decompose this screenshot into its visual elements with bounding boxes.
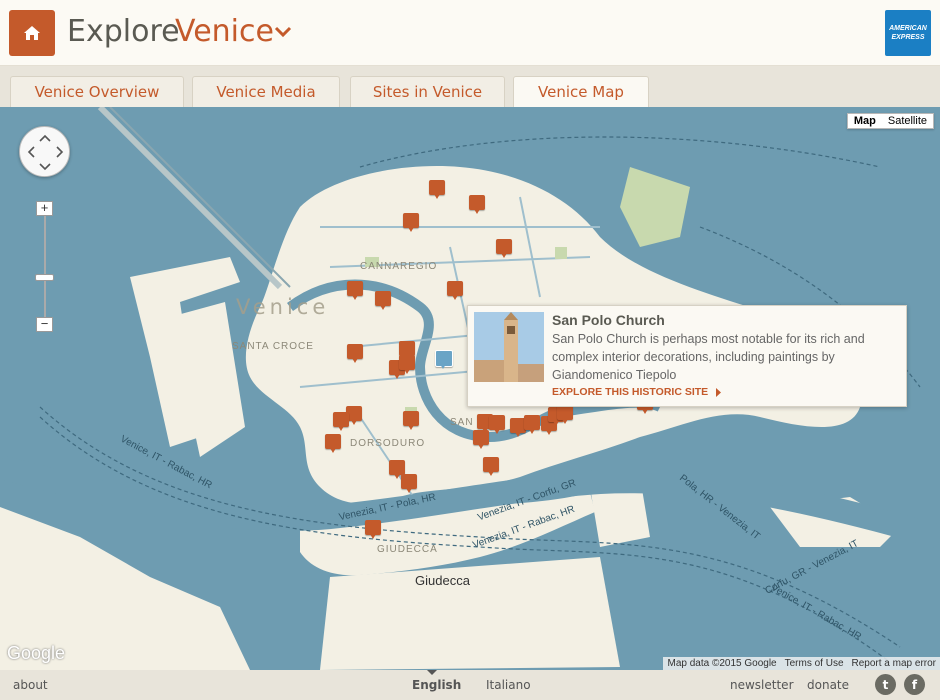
tab-venice-overview[interactable]: Venice Overview: [10, 76, 184, 107]
home-button[interactable]: [9, 10, 55, 56]
map-pin[interactable]: [401, 474, 417, 494]
map-pin[interactable]: [347, 344, 363, 364]
tab-bar: Venice Overview Venice Media Sites in Ve…: [0, 66, 940, 107]
site-thumbnail[interactable]: [474, 312, 544, 382]
district-dorsoduro: DORSODURO: [350, 438, 426, 449]
map-attribution: Map data ©2015 Google Terms of Use Repor…: [663, 657, 940, 670]
report-map-error-link[interactable]: Report a map error: [852, 657, 936, 670]
tab-venice-media[interactable]: Venice Media: [192, 76, 340, 107]
language-italiano[interactable]: Italiano: [486, 678, 531, 692]
chevron-down-icon[interactable]: [274, 26, 292, 38]
map-data-text: Map data ©2015 Google: [667, 658, 777, 669]
map-pin[interactable]: [489, 415, 505, 435]
city-map-label: Venice: [236, 295, 330, 319]
map-pin[interactable]: [429, 180, 445, 200]
district-santa-croce: SANTA CROCE: [232, 341, 314, 352]
google-logo[interactable]: Google: [7, 643, 65, 664]
facebook-icon[interactable]: f: [904, 674, 925, 695]
about-link[interactable]: about: [13, 678, 48, 692]
zoom-slider-thumb[interactable]: [35, 274, 54, 281]
map-pin[interactable]: [365, 520, 381, 540]
zoom-slider-track[interactable]: [44, 209, 46, 324]
popup-title: San Polo Church: [552, 312, 665, 328]
caret-down-icon: [427, 670, 437, 675]
zoom-out-button[interactable]: −: [36, 317, 53, 332]
explore-site-link-label: EXPLORE THIS HISTORIC SITE: [552, 386, 709, 398]
language-english[interactable]: English: [412, 678, 461, 692]
island-giudecca-label: Giudecca: [415, 573, 470, 588]
map-type-map[interactable]: Map: [848, 114, 882, 128]
map-pin[interactable]: [447, 281, 463, 301]
svg-text:AMERICAN: AMERICAN: [888, 25, 928, 32]
map-pin[interactable]: [403, 411, 419, 431]
map-pin[interactable]: [403, 213, 419, 233]
district-giudecca: GIUDECCA: [377, 544, 438, 555]
map-pin[interactable]: [557, 405, 573, 425]
footer: about English Italiano newsletter donate…: [0, 670, 940, 700]
app-header: Explore Venice AMERICAN EXPRESS: [0, 0, 940, 66]
donate-link[interactable]: donate: [807, 678, 849, 692]
site-info-popup[interactable]: San Polo Church San Polo Church is perha…: [467, 305, 907, 407]
map-pin-selected[interactable]: [435, 350, 453, 370]
caret-right-icon: [716, 387, 722, 397]
map-pin[interactable]: [333, 412, 349, 432]
map-pin[interactable]: [347, 281, 363, 301]
map-pin[interactable]: [473, 430, 489, 450]
map-pin[interactable]: [325, 434, 341, 454]
tab-venice-map[interactable]: Venice Map: [513, 76, 649, 107]
newsletter-link[interactable]: newsletter: [730, 678, 794, 692]
map-pin[interactable]: [496, 239, 512, 259]
pan-control[interactable]: [19, 126, 70, 177]
church-tower-image: [474, 312, 544, 382]
district-san: SAN: [450, 417, 474, 428]
map-pin[interactable]: [469, 195, 485, 215]
map-type-control: Map Satellite: [846, 113, 934, 129]
tab-sites-in-venice[interactable]: Sites in Venice: [350, 76, 505, 107]
map-type-satellite[interactable]: Satellite: [882, 114, 933, 128]
terms-of-use-link[interactable]: Terms of Use: [785, 657, 844, 670]
home-icon: [24, 26, 40, 40]
map-pin[interactable]: [375, 291, 391, 311]
zoom-in-button[interactable]: +: [36, 201, 53, 216]
district-cannaregio: CANNAREGIO: [360, 261, 438, 272]
svg-text:EXPRESS: EXPRESS: [891, 34, 924, 41]
map-pin[interactable]: [524, 415, 540, 435]
city-selector[interactable]: Venice: [175, 14, 274, 49]
map-canvas[interactable]: Venice CANNAREGIO SANTA CROCE DORSODURO …: [0, 107, 940, 670]
amex-logo-mark: AMERICAN EXPRESS: [886, 11, 930, 55]
explore-site-link[interactable]: EXPLORE THIS HISTORIC SITE: [552, 386, 723, 398]
amex-logo[interactable]: AMERICAN EXPRESS: [885, 10, 931, 56]
map-pin[interactable]: [483, 457, 499, 477]
map-pin[interactable]: [399, 355, 415, 375]
pan-arrows-icon: [27, 134, 64, 171]
title-explore: Explore: [67, 14, 180, 49]
popup-description: San Polo Church is perhaps most notable …: [552, 332, 865, 382]
twitter-icon[interactable]: t: [875, 674, 896, 695]
